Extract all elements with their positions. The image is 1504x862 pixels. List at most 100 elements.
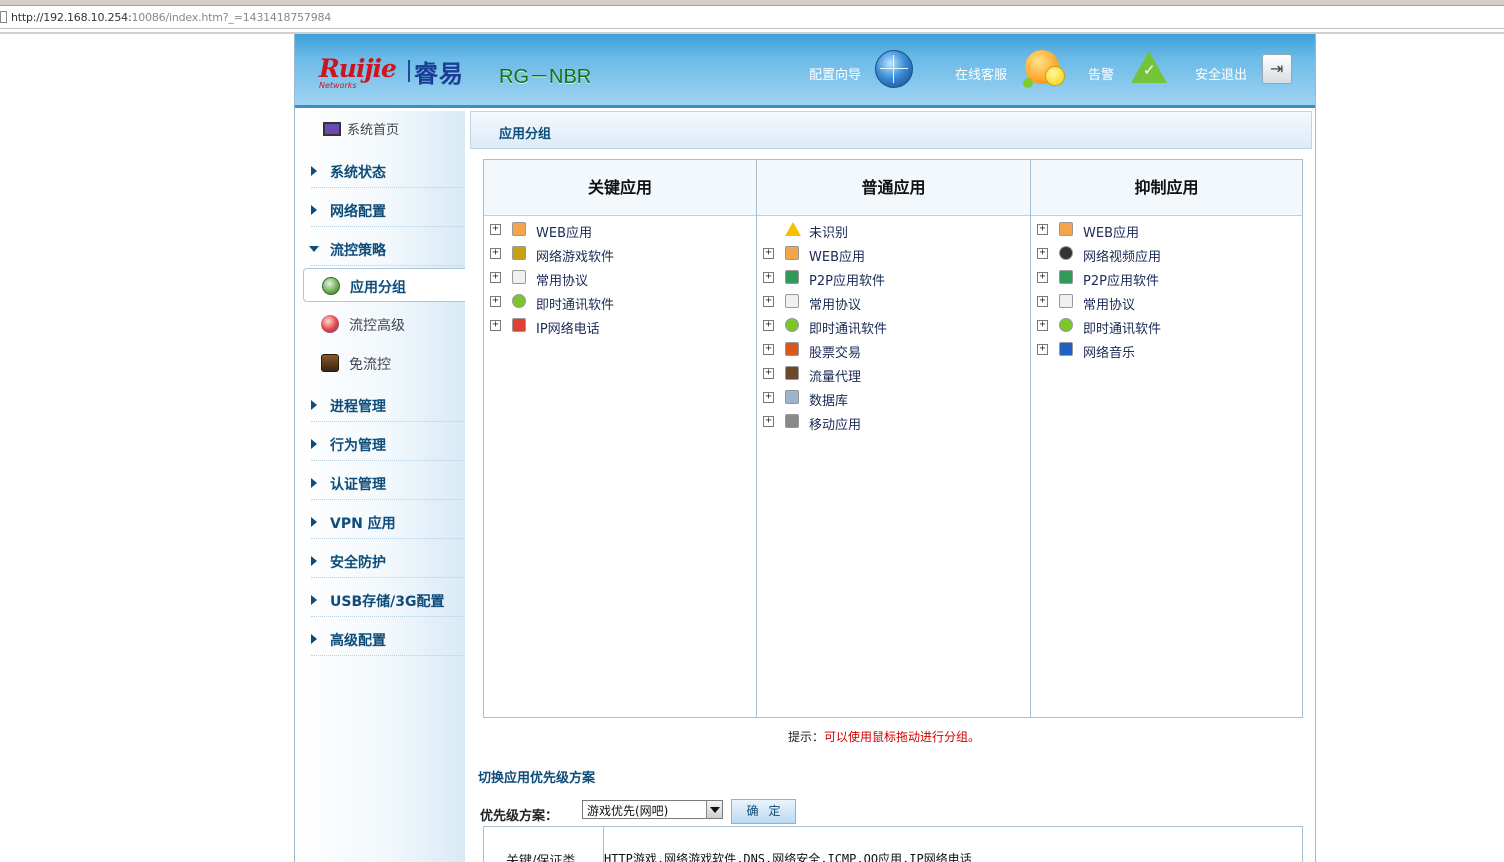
nav-alert-link[interactable]: 告警 bbox=[1088, 64, 1114, 83]
router-admin-app: Ruijie Networks 睿易 RG－NBR 配置向导 在线客服 告警 ✓… bbox=[294, 34, 1316, 862]
sidebar-item-advanced[interactable]: 高级配置 bbox=[311, 623, 463, 656]
sidebar-home-label: 系统首页 bbox=[347, 123, 400, 138]
expand-plus-icon[interactable]: + bbox=[1037, 272, 1048, 283]
online-dot bbox=[1023, 78, 1033, 88]
app-group-item[interactable]: + WEB应用 bbox=[757, 242, 1030, 266]
app-group-item[interactable]: + 股票交易 bbox=[757, 338, 1030, 362]
sidebar-sub-exempt[interactable]: 免流控 bbox=[303, 346, 465, 380]
column-header: 抑制应用 bbox=[1031, 160, 1302, 216]
sidebar-item-behavior-mgmt[interactable]: 行为管理 bbox=[311, 428, 463, 461]
summary-key-cell: 关键/保证类 bbox=[484, 827, 604, 862]
app-group-item[interactable]: + 即时通讯软件 bbox=[757, 314, 1030, 338]
app-group-item[interactable]: + 常用协议 bbox=[1031, 290, 1302, 314]
sidebar-sub-app-groups[interactable]: 应用分组 bbox=[303, 268, 465, 302]
sidebar-sub-flow-advanced[interactable]: 流控高级 bbox=[303, 307, 465, 341]
expand-plus-icon[interactable]: + bbox=[1037, 248, 1048, 259]
app-group-item[interactable]: + WEB应用 bbox=[484, 218, 756, 242]
expand-plus-icon[interactable]: + bbox=[763, 248, 774, 259]
summary-value: HTTP游戏,网络游戏软件,DNS,网络安全,ICMP,QQ应用,IP网络电话 bbox=[604, 852, 972, 862]
expand-plus-icon[interactable]: + bbox=[1037, 296, 1048, 307]
expand-plus-icon[interactable]: + bbox=[763, 368, 774, 379]
app-group-label: 未识别 bbox=[809, 226, 849, 241]
app-group-item[interactable]: + 移动应用 bbox=[757, 410, 1030, 434]
app-group-item[interactable]: 未识别 bbox=[757, 218, 1030, 242]
sidebar-item-auth-mgmt[interactable]: 认证管理 bbox=[311, 467, 463, 500]
door-glyph: ⇥ bbox=[1270, 59, 1284, 78]
url-text[interactable]: http://192.168.10.254:10086/index.htm?_=… bbox=[11, 11, 331, 24]
expand-plus-icon[interactable]: + bbox=[1037, 320, 1048, 331]
app-group-item[interactable]: + 网络视频应用 bbox=[1031, 242, 1302, 266]
app-group-label: P2P应用软件 bbox=[1083, 274, 1159, 289]
expand-plus-icon[interactable]: + bbox=[1037, 224, 1048, 235]
sidebar-item-security[interactable]: 安全防护 bbox=[311, 545, 463, 578]
app-group-item[interactable]: + 常用协议 bbox=[757, 290, 1030, 314]
arrow-right-icon bbox=[311, 478, 317, 488]
globe-icon[interactable] bbox=[875, 50, 913, 88]
plan-select[interactable]: 游戏优先(网吧) bbox=[582, 800, 723, 819]
app-group-item[interactable]: + P2P应用软件 bbox=[1031, 266, 1302, 290]
sidebar-item-label: 流控策略 bbox=[330, 243, 386, 259]
sidebar-item-system-status[interactable]: 系统状态 bbox=[311, 155, 463, 188]
sidebar-item-label: VPN 应用 bbox=[330, 516, 396, 532]
logo-brand-latin: Ruijie bbox=[319, 54, 397, 83]
browser-address-bar: http://192.168.10.254:10086/index.htm?_=… bbox=[0, 0, 1504, 34]
app-group-item[interactable]: + 网络音乐 bbox=[1031, 338, 1302, 362]
app-group-label: WEB应用 bbox=[1083, 226, 1139, 241]
sidebar-item-label: 系统状态 bbox=[330, 165, 386, 181]
sidebar-item-label: 高级配置 bbox=[330, 633, 386, 649]
plan-select-value: 游戏优先(网吧) bbox=[587, 804, 669, 818]
app-group-item[interactable]: + 流量代理 bbox=[757, 362, 1030, 386]
sidebar-home[interactable]: 系统首页 bbox=[323, 119, 399, 139]
app-list: 未识别 + WEB应用 + P2P应用软件 + 常用协议 + 即时通讯软件 + 股票交易 + 流量代理 +… bbox=[757, 218, 1030, 434]
app-group-item[interactable]: + 常用协议 bbox=[484, 266, 756, 290]
expand-plus-icon[interactable]: + bbox=[763, 392, 774, 403]
expand-plus-icon[interactable]: + bbox=[763, 296, 774, 307]
arrow-right-icon bbox=[311, 205, 317, 215]
app-group-item[interactable]: + IP网络电话 bbox=[484, 314, 756, 338]
chat-icon bbox=[512, 294, 526, 308]
expand-plus-icon[interactable]: + bbox=[490, 248, 501, 259]
app-header: Ruijie Networks 睿易 RG－NBR 配置向导 在线客服 告警 ✓… bbox=[295, 34, 1315, 108]
app-group-item[interactable]: + WEB应用 bbox=[1031, 218, 1302, 242]
column-suppressed-apps: 抑制应用 + WEB应用 + 网络视频应用 + P2P应用软件 + 常用协议 + 即时通讯软件 + 网… bbox=[1031, 160, 1302, 717]
sidebar-item-network-config[interactable]: 网络配置 bbox=[311, 194, 463, 227]
expand-plus-icon[interactable]: + bbox=[763, 344, 774, 355]
expand-plus-icon[interactable]: + bbox=[490, 296, 501, 307]
app-group-label: 即时通讯软件 bbox=[536, 298, 615, 313]
expand-plus-icon[interactable]: + bbox=[490, 272, 501, 283]
drag-tip: 提示：可以使用鼠标拖动进行分组。 bbox=[788, 728, 980, 745]
expand-plus-icon[interactable]: + bbox=[763, 320, 774, 331]
nav-wizard-link[interactable]: 配置向导 bbox=[809, 64, 861, 83]
expand-plus-icon[interactable]: + bbox=[763, 416, 774, 427]
app-group-label: 网络游戏软件 bbox=[536, 250, 615, 265]
app-group-item[interactable]: + 数据库 bbox=[757, 386, 1030, 410]
app-group-item[interactable]: + P2P应用软件 bbox=[757, 266, 1030, 290]
app-group-label: 移动应用 bbox=[809, 418, 862, 433]
nav-logout-link[interactable]: 安全退出 bbox=[1195, 64, 1247, 83]
expand-plus-icon[interactable]: + bbox=[1037, 344, 1048, 355]
arrow-right-icon bbox=[311, 439, 317, 449]
app-group-label: 即时通讯软件 bbox=[1083, 322, 1162, 337]
sidebar-item-process-mgmt[interactable]: 进程管理 bbox=[311, 389, 463, 422]
sidebar-item-label: 行为管理 bbox=[330, 438, 386, 454]
app-group-item[interactable]: + 网络游戏软件 bbox=[484, 242, 756, 266]
sidebar-item-flow-control[interactable]: 流控策略 bbox=[309, 233, 463, 266]
app-group-item[interactable]: + 即时通讯软件 bbox=[1031, 314, 1302, 338]
app-group-label: 流量代理 bbox=[809, 370, 862, 385]
nav-support-link[interactable]: 在线客服 bbox=[955, 64, 1007, 83]
confirm-button[interactable]: 确定 bbox=[731, 799, 796, 824]
expand-plus-icon[interactable]: + bbox=[763, 272, 774, 283]
smiley-icon[interactable] bbox=[1023, 50, 1065, 88]
alert-check-icon[interactable]: ✓ bbox=[1131, 51, 1167, 85]
app-list: + WEB应用 + 网络视频应用 + P2P应用软件 + 常用协议 + 即时通讯软件 + 网络音乐 bbox=[1031, 218, 1302, 362]
sidebar-item-usb-3g[interactable]: USB存储/3G配置 bbox=[311, 584, 463, 617]
exit-door-icon[interactable]: ⇥ bbox=[1262, 54, 1292, 84]
column-header: 关键应用 bbox=[484, 160, 756, 216]
expand-plus-icon[interactable]: + bbox=[490, 224, 501, 235]
sidebar-item-vpn[interactable]: VPN 应用 bbox=[311, 506, 463, 539]
chevron-down-icon[interactable] bbox=[706, 801, 722, 818]
app-group-label: P2P应用软件 bbox=[809, 274, 885, 289]
expand-plus-icon[interactable]: + bbox=[490, 320, 501, 331]
database-icon bbox=[785, 390, 799, 404]
app-group-item[interactable]: + 即时通讯软件 bbox=[484, 290, 756, 314]
